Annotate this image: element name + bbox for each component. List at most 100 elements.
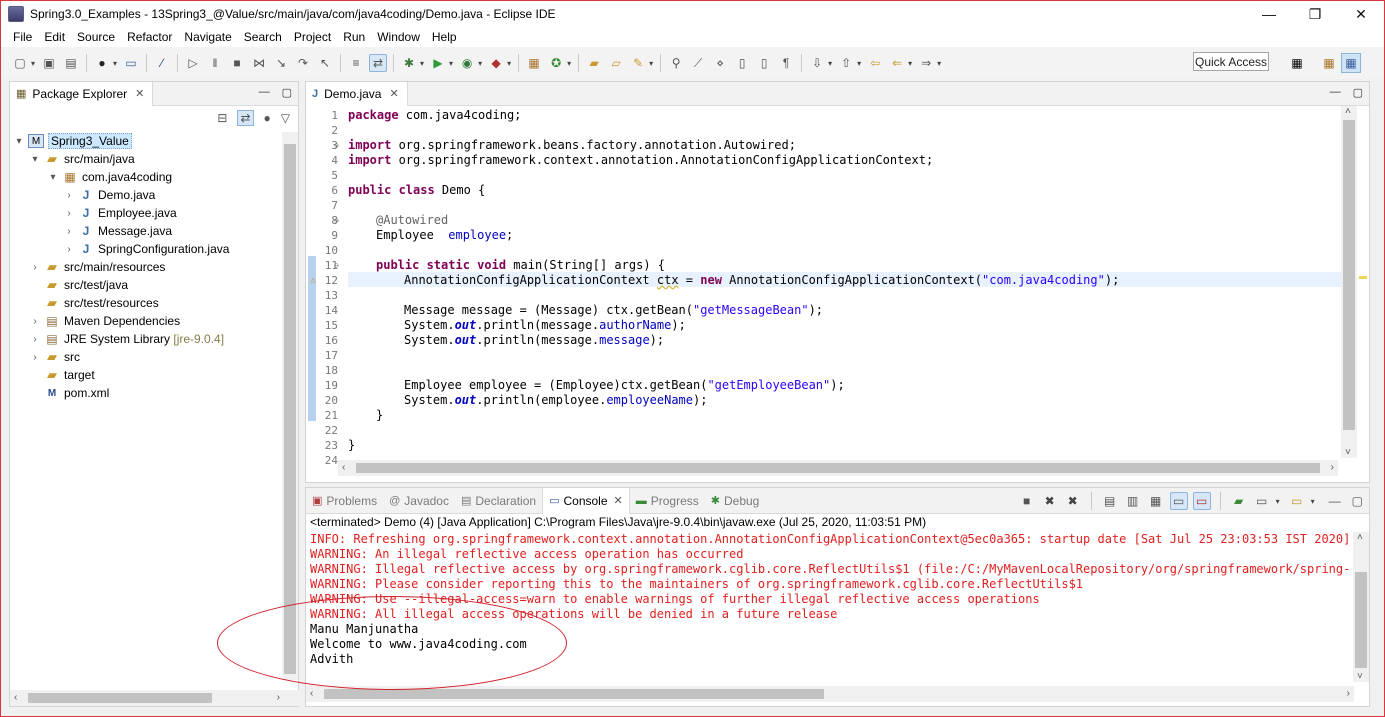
scroll-right-icon[interactable]: ›: [1331, 462, 1334, 473]
back-dropdown-icon[interactable]: ▾: [908, 59, 912, 68]
pilcrow-icon[interactable]: ¶: [777, 54, 795, 72]
menu-edit[interactable]: Edit: [38, 30, 71, 44]
view-menu-icon[interactable]: ▽: [281, 111, 290, 125]
close-icon[interactable]: ✕: [389, 87, 398, 100]
console-output[interactable]: INFO: Refreshing org.springframework.con…: [310, 532, 1350, 682]
word-wrap-icon[interactable]: ▯: [733, 54, 751, 72]
show-on-stderr-icon[interactable]: ▭: [1192, 492, 1211, 510]
tree-item-springconfiguration-java[interactable]: › J SpringConfiguration.java: [10, 240, 284, 258]
open-perspective-icon[interactable]: ▦: [1287, 53, 1307, 73]
close-icon[interactable]: ✕: [135, 87, 144, 100]
new-dropdown-icon[interactable]: ▾: [31, 59, 35, 68]
tab-debug[interactable]: ✱ Debug: [705, 488, 766, 514]
expand-toggle-icon[interactable]: ▾: [48, 172, 58, 183]
scrollbar-thumb[interactable]: [28, 693, 212, 703]
step-return-icon[interactable]: ↖: [316, 54, 334, 72]
tree-item-src-main-resources[interactable]: › ▰ src/main/resources: [10, 258, 284, 276]
run-dropdown-icon[interactable]: ▾: [449, 59, 453, 68]
maximize-button[interactable]: ❐: [1292, 1, 1338, 27]
expand-toggle-icon[interactable]: ›: [64, 244, 74, 255]
focus-on-active-task-icon[interactable]: ●: [264, 111, 271, 125]
forward-icon[interactable]: ⇒: [917, 54, 935, 72]
tab-progress[interactable]: ▬ Progress: [630, 488, 705, 514]
package-explorer-vertical-scrollbar[interactable]: [282, 132, 298, 680]
save-icon[interactable]: ▣: [40, 54, 58, 72]
package-explorer-tab[interactable]: ▦ Package Explorer ✕: [10, 81, 154, 106]
expand-toggle-icon[interactable]: ›: [30, 334, 40, 345]
toggle-mark-occurrences-icon[interactable]: ⚲: [667, 54, 685, 72]
disconnect-icon[interactable]: ⋈: [250, 54, 268, 72]
show-whitespace-icon[interactable]: ▯: [755, 54, 773, 72]
suspend-icon[interactable]: ‖: [206, 54, 224, 72]
expand-toggle-icon[interactable]: ›: [30, 262, 40, 273]
remove-all-terminated-icon[interactable]: ✖: [1064, 492, 1082, 510]
tree-item-src-test-java[interactable]: ▰ src/test/java: [10, 276, 284, 294]
close-icon[interactable]: ✕: [614, 494, 623, 507]
menu-refactor[interactable]: Refactor: [121, 30, 178, 44]
tree-item-pom-xml[interactable]: M pom.xml: [10, 384, 284, 402]
maximize-view-icon[interactable]: ▢: [1353, 86, 1363, 99]
previous-annotation-icon[interactable]: ⇧: [837, 54, 855, 72]
fold-toggle-icon[interactable]: ⊖: [334, 213, 339, 228]
editor-horizontal-scrollbar[interactable]: ‹ ›: [338, 460, 1338, 476]
tree-item-project[interactable]: ▾ M Spring3_Value: [10, 132, 284, 150]
clear-console-icon[interactable]: ▤: [1101, 492, 1119, 510]
expand-toggle-icon[interactable]: ›: [30, 352, 40, 363]
terminate-icon[interactable]: ■: [1018, 492, 1036, 510]
back-icon[interactable]: ⇐: [888, 54, 906, 72]
terminate-icon[interactable]: ■: [228, 54, 246, 72]
scrollbar-thumb[interactable]: [1355, 572, 1367, 668]
run-icon[interactable]: ▶: [429, 54, 447, 72]
scroll-down-icon[interactable]: ˅: [1345, 447, 1351, 458]
pin-console-icon[interactable]: ▰: [1230, 492, 1248, 510]
editor-tab-demo-java[interactable]: J Demo.java ✕: [306, 81, 408, 106]
warning-marker-icon[interactable]: ⚠: [310, 273, 316, 288]
package-explorer-horizontal-scrollbar[interactable]: ‹ ›: [10, 690, 300, 706]
expand-toggle-icon[interactable]: ›: [64, 208, 74, 219]
open-task-icon[interactable]: ▱: [607, 54, 625, 72]
menu-help[interactable]: Help: [426, 30, 463, 44]
debug-icon[interactable]: ✱: [400, 54, 418, 72]
java-perspective-icon[interactable]: ▦: [1341, 53, 1361, 73]
new-java-package-icon[interactable]: ▦: [525, 54, 543, 72]
quick-access-field[interactable]: Quick Access: [1193, 52, 1269, 71]
new-java-class-dropdown-icon[interactable]: ▾: [567, 59, 571, 68]
maximize-view-icon[interactable]: ▢: [1352, 494, 1363, 508]
code-area[interactable]: 1 2 3 4 5 6 7 8 9 10 11 12 13 14 15 16 1…: [306, 106, 1354, 467]
show-on-stdout-icon[interactable]: ▭: [1169, 492, 1188, 510]
next-annotation-dropdown-icon[interactable]: ▾: [828, 59, 832, 68]
expand-toggle-icon[interactable]: ▾: [14, 136, 24, 147]
tab-javadoc[interactable]: @ Javadoc: [383, 488, 455, 514]
minimize-view-icon[interactable]: —: [1329, 494, 1341, 508]
external-tools-dropdown-icon[interactable]: ▾: [507, 59, 511, 68]
open-console-icon[interactable]: ▭: [1288, 492, 1306, 510]
close-button[interactable]: ✕: [1338, 1, 1384, 27]
scroll-up-icon[interactable]: ˄: [1357, 532, 1363, 543]
use-step-filters-icon[interactable]: ≡: [347, 54, 365, 72]
minimize-view-icon[interactable]: —: [1330, 86, 1341, 99]
overview-ruler[interactable]: [1357, 106, 1369, 458]
step-into-icon[interactable]: ↘: [272, 54, 290, 72]
user-dropdown-icon[interactable]: ▾: [113, 59, 117, 68]
tab-declaration[interactable]: ▤ Declaration: [455, 488, 542, 514]
tree-item-src-main-java[interactable]: ▾ ▰ src/main/java: [10, 150, 284, 168]
maximize-view-icon[interactable]: ▢: [282, 86, 292, 99]
expand-toggle-icon[interactable]: ▾: [30, 154, 40, 165]
tree-item-package[interactable]: ▾ ▦ com.java4coding: [10, 168, 284, 186]
link-with-editor-icon[interactable]: ⇄: [237, 110, 254, 126]
console-horizontal-scrollbar[interactable]: ‹ ›: [306, 686, 1354, 702]
tree-item-jre-system-library[interactable]: › ▤ JRE System Library [jre-9.0.4]: [10, 330, 284, 348]
tree-item-src-test-resources[interactable]: ▰ src/test/resources: [10, 294, 284, 312]
fold-toggle-icon[interactable]: ⊖: [334, 258, 339, 273]
remove-launch-icon[interactable]: ✖: [1041, 492, 1059, 510]
console-vertical-scrollbar[interactable]: ˄ ˅: [1353, 532, 1369, 682]
java-ee-perspective-icon[interactable]: ▦: [1319, 53, 1339, 73]
expand-toggle-icon[interactable]: ›: [64, 190, 74, 201]
scrollbar-thumb[interactable]: [284, 144, 296, 674]
coverage-dropdown-icon[interactable]: ▾: [478, 59, 482, 68]
display-console-dropdown-icon[interactable]: ▾: [1276, 497, 1280, 506]
tree-item-message-java[interactable]: › J Message.java: [10, 222, 284, 240]
previous-annotation-dropdown-icon[interactable]: ▾: [857, 59, 861, 68]
tab-console[interactable]: ▭ Console ✕: [542, 487, 630, 514]
external-tools-icon[interactable]: ◆: [487, 54, 505, 72]
